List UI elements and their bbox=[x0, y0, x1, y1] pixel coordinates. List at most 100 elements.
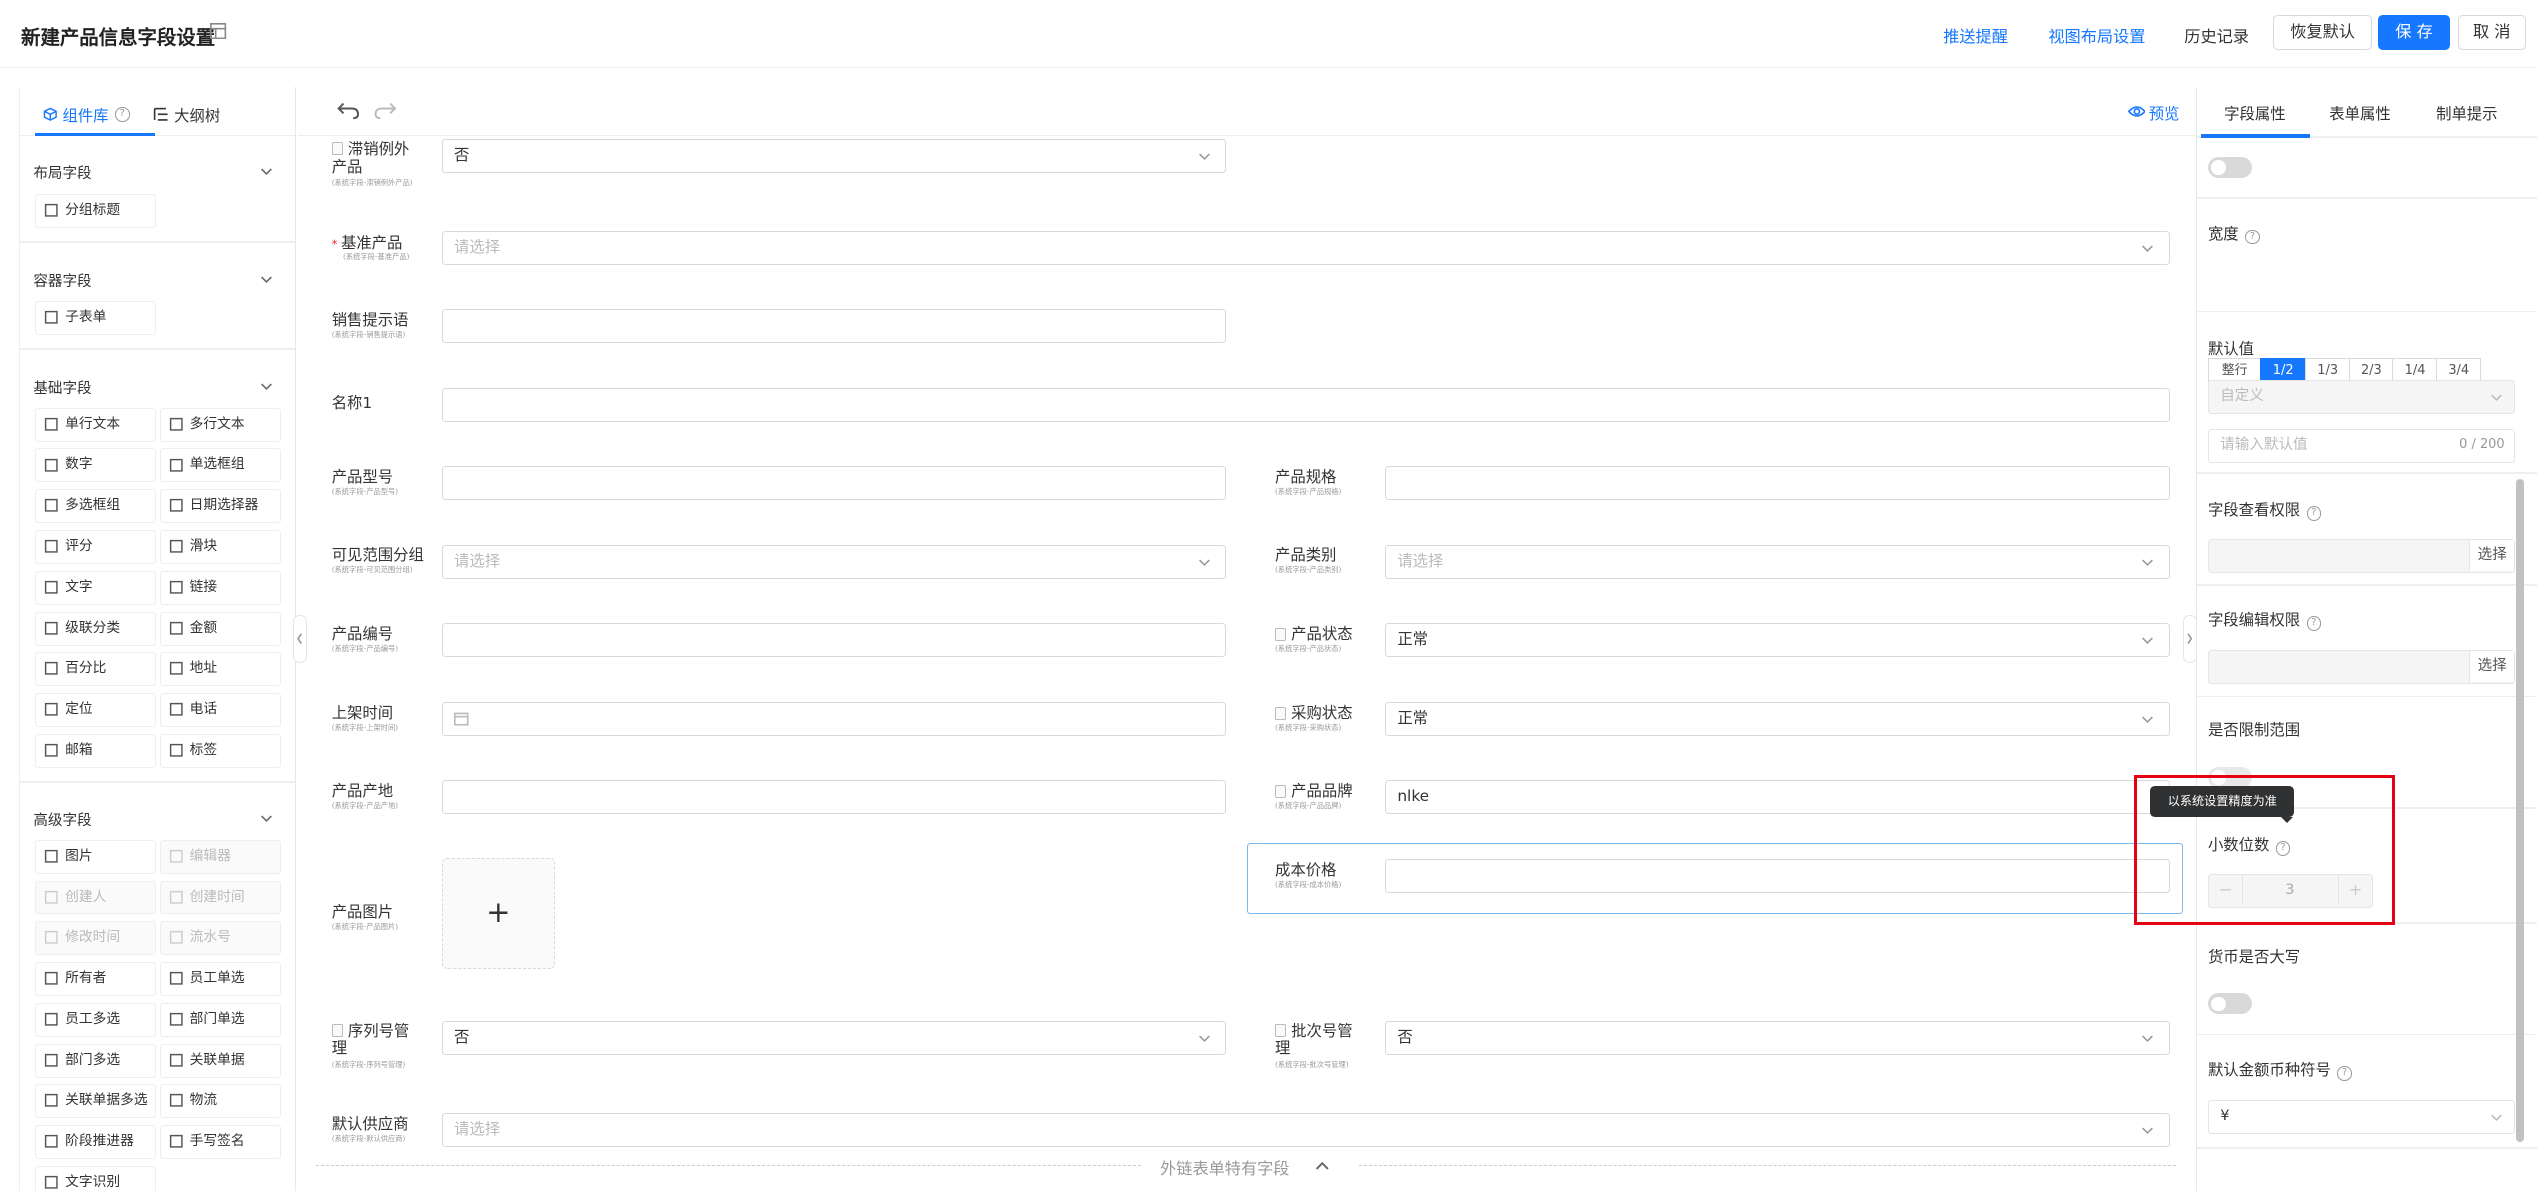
name1-input[interactable] bbox=[441, 388, 2170, 423]
component-item[interactable]: 百分比 bbox=[34, 652, 157, 687]
tab-components[interactable]: 组件库 ? bbox=[43, 104, 130, 126]
model-input[interactable] bbox=[441, 465, 1227, 500]
serial-mgmt-select[interactable]: 否 bbox=[441, 1020, 1227, 1055]
chevron-down-icon[interactable] bbox=[260, 273, 273, 286]
component-item[interactable]: 编辑器 bbox=[159, 839, 281, 874]
component-item[interactable]: 关联单据多选 bbox=[34, 1084, 157, 1119]
chevron-down-icon[interactable] bbox=[260, 165, 273, 178]
component-item[interactable]: 单行文本 bbox=[34, 407, 157, 442]
component-item[interactable]: 文字 bbox=[34, 570, 157, 605]
component-item[interactable]: 子表单 bbox=[34, 300, 157, 335]
group-header[interactable]: 容器字段 bbox=[33, 270, 91, 291]
edit-permission-pick-button[interactable]: 选择 bbox=[2469, 651, 2515, 683]
default-value-input[interactable]: 请输入默认值 0 / 200 bbox=[2207, 428, 2516, 463]
layout-icon[interactable] bbox=[210, 22, 227, 39]
origin-input[interactable] bbox=[441, 779, 1227, 814]
push-reminder-link[interactable]: 推送提醒 bbox=[1943, 23, 2008, 47]
component-item[interactable]: 创建人 bbox=[34, 880, 157, 915]
redo-icon[interactable] bbox=[374, 102, 397, 120]
component-item[interactable]: 图片 bbox=[34, 839, 157, 874]
undo-icon[interactable] bbox=[336, 102, 360, 120]
view-permission-pick-button[interactable]: 选择 bbox=[2469, 539, 2515, 571]
purchase-status-select[interactable]: 正常 bbox=[1385, 702, 2170, 737]
properties-scrollbar[interactable] bbox=[2515, 478, 2525, 1143]
cost-input[interactable] bbox=[1385, 859, 2170, 894]
component-item[interactable]: 邮箱 bbox=[34, 733, 157, 768]
chevron-down-icon bbox=[2142, 245, 2154, 253]
code-input[interactable] bbox=[441, 622, 1227, 657]
history-link[interactable]: 历史记录 bbox=[2184, 23, 2249, 47]
tab-outline[interactable]: 大纲树 bbox=[153, 104, 220, 126]
component-item[interactable]: 日期选择器 bbox=[159, 489, 281, 524]
component-item[interactable]: 修改时间 bbox=[34, 921, 157, 956]
group-header[interactable]: 高级字段 bbox=[33, 809, 91, 830]
component-item[interactable]: 链接 bbox=[159, 570, 281, 605]
help-icon[interactable]: ? bbox=[2306, 616, 2322, 631]
component-item[interactable]: 滑块 bbox=[159, 530, 281, 564]
component-item[interactable]: 金额 bbox=[159, 611, 281, 646]
component-item[interactable]: 单选框组 bbox=[159, 448, 281, 483]
component-item[interactable]: 所有者 bbox=[34, 962, 157, 997]
component-item[interactable]: 员工多选 bbox=[34, 1002, 157, 1037]
component-item[interactable]: 标签 bbox=[159, 733, 281, 768]
component-item[interactable]: 文字识别 bbox=[34, 1165, 157, 1191]
external-fields-divider[interactable]: 外链表单特有字段 bbox=[315, 1152, 2177, 1182]
chevron-down-icon[interactable] bbox=[260, 380, 273, 393]
exempt-select[interactable]: 否 bbox=[441, 139, 1227, 174]
save-button[interactable]: 保 存 bbox=[2378, 14, 2450, 51]
component-item[interactable]: 多行文本 bbox=[159, 407, 281, 442]
default-type-select[interactable]: 自定义 bbox=[2207, 380, 2516, 415]
group-header[interactable]: 布局字段 bbox=[33, 162, 91, 183]
component-item[interactable]: 阶段推进器 bbox=[34, 1125, 157, 1160]
component-item[interactable]: 关联单据 bbox=[159, 1043, 281, 1078]
chevron-down-icon[interactable] bbox=[260, 812, 273, 825]
tab-form-hints[interactable]: 制单提示 bbox=[2436, 102, 2497, 124]
component-item[interactable]: 定位 bbox=[34, 693, 157, 728]
group-header[interactable]: 基础字段 bbox=[33, 377, 91, 398]
component-item[interactable]: 部门单选 bbox=[159, 1002, 281, 1037]
component-item[interactable]: 物流 bbox=[159, 1084, 281, 1119]
cancel-button[interactable]: 取 消 bbox=[2457, 14, 2526, 51]
help-icon[interactable]: ? bbox=[2337, 1066, 2352, 1081]
supplier-select[interactable]: 请选择 bbox=[441, 1113, 2170, 1148]
component-item[interactable]: 分组标题 bbox=[34, 194, 157, 229]
brand-select[interactable]: nlke bbox=[1385, 779, 2170, 814]
view-permission-input[interactable]: 选择 bbox=[2207, 538, 2516, 573]
currency-uppercase-toggle[interactable] bbox=[2207, 993, 2252, 1015]
component-item[interactable]: 多选框组 bbox=[34, 489, 157, 524]
help-icon[interactable]: ? bbox=[2245, 229, 2260, 245]
component-item[interactable]: 部门多选 bbox=[34, 1043, 157, 1078]
base-product-select[interactable]: 请选择 bbox=[441, 231, 2170, 266]
component-item[interactable]: 级联分类 bbox=[34, 611, 157, 646]
creator-icon bbox=[44, 890, 59, 905]
component-item[interactable]: 数字 bbox=[34, 448, 157, 483]
spec-input[interactable] bbox=[1385, 465, 2170, 500]
batch-mgmt-select[interactable]: 否 bbox=[1385, 1020, 2170, 1055]
restore-default-button[interactable]: 恢复默认 bbox=[2273, 14, 2372, 51]
tab-field-properties[interactable]: 字段属性 bbox=[2224, 102, 2285, 124]
top-toggle[interactable] bbox=[2207, 156, 2252, 178]
edit-permission-input[interactable]: 选择 bbox=[2207, 650, 2516, 685]
currency-symbol-select[interactable]: ¥ bbox=[2207, 1100, 2516, 1135]
component-label: 文字识别 bbox=[65, 1173, 121, 1190]
limit-range-label: 是否限制范围 bbox=[2207, 721, 2301, 740]
component-item[interactable]: 评分 bbox=[34, 530, 157, 564]
component-item[interactable]: 电话 bbox=[159, 693, 281, 728]
visible-group-select[interactable]: 请选择 bbox=[441, 545, 1227, 580]
preview-link[interactable]: 预览 bbox=[2149, 102, 2180, 124]
component-item[interactable]: 创建时间 bbox=[159, 880, 281, 915]
component-item[interactable]: 地址 bbox=[159, 652, 281, 687]
image-upload-button[interactable]: + bbox=[441, 857, 555, 970]
component-item[interactable]: 手写签名 bbox=[159, 1125, 281, 1160]
help-icon[interactable]: ? bbox=[2306, 506, 2322, 521]
shelf-time-picker[interactable] bbox=[441, 702, 1227, 737]
chevron-up-icon[interactable] bbox=[1315, 1160, 1330, 1171]
tab-form-properties[interactable]: 表单属性 bbox=[2329, 102, 2390, 124]
component-item[interactable]: 员工单选 bbox=[159, 962, 281, 997]
category-select[interactable]: 请选择 bbox=[1385, 545, 2170, 580]
component-item[interactable]: 流水号 bbox=[159, 921, 281, 956]
view-layout-link[interactable]: 视图布局设置 bbox=[2048, 23, 2145, 47]
help-icon[interactable]: ? bbox=[114, 107, 130, 122]
sales-tip-input[interactable] bbox=[441, 309, 1227, 343]
status-select[interactable]: 正常 bbox=[1385, 622, 2170, 657]
